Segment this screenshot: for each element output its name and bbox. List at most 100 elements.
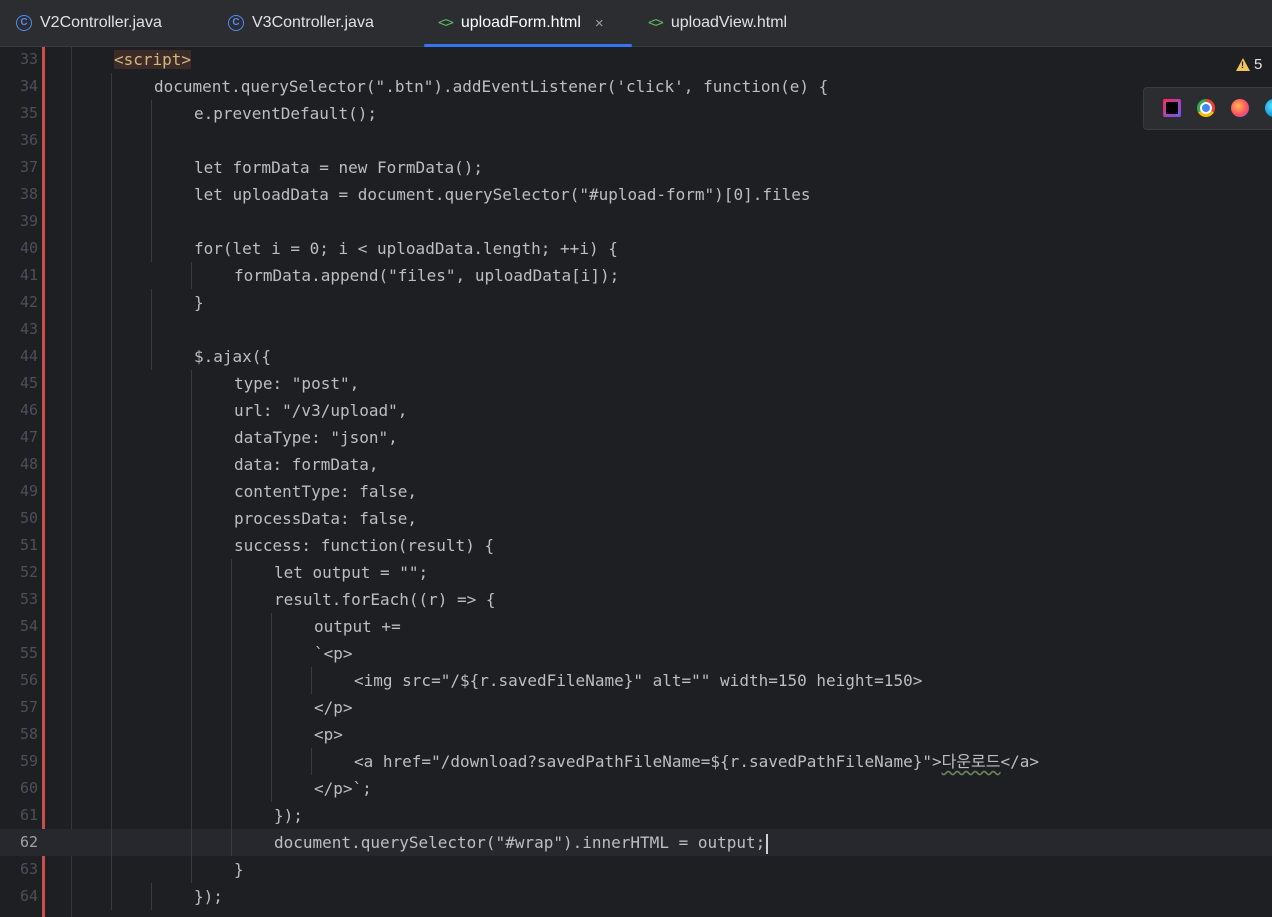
line-number[interactable]: 53 [0,586,38,613]
code-line[interactable]: 50 processData: false, [0,505,1272,532]
code-text: data: formData, [234,455,379,474]
code-line[interactable]: 61}); [0,802,1272,829]
code-line[interactable]: 53 result.forEach((r) => { [0,586,1272,613]
line-number[interactable]: 60 [0,775,38,802]
code-text: formData.append("files", uploadData[i]); [234,266,620,285]
code-text: success: function(result) { [234,536,495,555]
code-editor[interactable]: 33 <script> 34 document.querySelector(".btn… [0,47,1272,917]
code-line[interactable]: 46 url: "/v3/upload", [0,397,1272,424]
line-number[interactable]: 33 [0,46,38,73]
line-number[interactable]: 34 [0,73,38,100]
tab-uploadform[interactable]: <> uploadForm.html × [424,0,632,47]
line-number[interactable]: 36 [0,127,38,154]
intellij-icon[interactable] [1163,99,1181,117]
code-text: let uploadData = document.querySelector(… [194,185,811,204]
line-number[interactable]: 55 [0,640,38,667]
line-number[interactable]: 54 [0,613,38,640]
typo-underline: 다운로드 [941,752,1001,771]
class-icon: C [16,15,32,31]
line-number[interactable]: 56 [0,667,38,694]
line-number[interactable]: 49 [0,478,38,505]
code-line[interactable]: 47 dataType: "json", [0,424,1272,451]
code-line[interactable]: 51 success: function(result) { [0,532,1272,559]
indent-guide [111,748,112,775]
code-line[interactable]: 36 [0,127,1272,154]
line-number[interactable]: 42 [0,289,38,316]
line-number[interactable]: 57 [0,694,38,721]
firefox-icon[interactable] [1231,99,1249,117]
code-line[interactable]: 49 contentType: false, [0,478,1272,505]
line-number[interactable]: 64 [0,883,38,910]
indent-guide [271,721,272,748]
code-line[interactable]: 39 [0,208,1272,235]
code-line[interactable]: 43 [0,316,1272,343]
line-number[interactable]: 47 [0,424,38,451]
code-line[interactable]: 45 type: "post", [0,370,1272,397]
line-number[interactable]: 63 [0,856,38,883]
code-line[interactable]: 56 <img src="/${r.savedFileName}" alt="" … [0,667,1272,694]
indent-guide [191,586,192,613]
edge-icon[interactable] [1265,99,1272,117]
code-line[interactable]: 37 let formData = new FormData(); [0,154,1272,181]
indent-guide [151,154,152,181]
indent-guide [111,100,112,127]
tab-v2controller[interactable]: C V2Controller.java [16,0,162,46]
code-line[interactable]: 35 e.preventDefault(); [0,100,1272,127]
line-number[interactable]: 46 [0,397,38,424]
line-number[interactable]: 52 [0,559,38,586]
code-line[interactable]: 34 document.querySelector(".btn").addEven… [0,73,1272,100]
code-line[interactable]: 52 let output = ""; [0,559,1272,586]
indent-guide [271,613,272,640]
line-number[interactable]: 61 [0,802,38,829]
line-number[interactable]: 50 [0,505,38,532]
code-line[interactable]: 42} [0,289,1272,316]
indent-guide [111,154,112,181]
code-line[interactable]: 59 <a href="/download?savedPathFileName=$… [0,748,1272,775]
line-number[interactable]: 39 [0,208,38,235]
indent-guide [111,532,112,559]
code-text: dataType: "json", [234,428,398,447]
code-line[interactable]: 58 <p> [0,721,1272,748]
line-number[interactable]: 59 [0,748,38,775]
tab-uploadview[interactable]: <> uploadView.html [648,0,787,46]
line-number[interactable]: 45 [0,370,38,397]
line-number[interactable]: 35 [0,100,38,127]
code-line[interactable]: 33 <script> [0,46,1272,73]
inspections-widget[interactable]: ! 5 [1236,54,1262,74]
line-number[interactable]: 43 [0,316,38,343]
indent-guide [111,721,112,748]
code-line[interactable]: 62 document.querySelector("#wrap").innerH… [0,829,1272,856]
line-number[interactable]: 37 [0,154,38,181]
code-line[interactable]: 40 for(let i = 0; i < uploadData.length; … [0,235,1272,262]
code-line[interactable]: 54 output += [0,613,1272,640]
line-number[interactable]: 62 [0,829,38,856]
indent-guide [271,667,272,694]
code-line[interactable]: 63} [0,856,1272,883]
indent-guide [111,613,112,640]
code-line[interactable]: 57 </p> [0,694,1272,721]
line-number[interactable]: 38 [0,181,38,208]
code-line[interactable]: 55 `<p> [0,640,1272,667]
chrome-icon[interactable] [1197,99,1215,117]
code-line[interactable]: 64}); [0,883,1272,910]
indent-guide [151,127,152,154]
line-number[interactable]: 40 [0,235,38,262]
line-number[interactable]: 41 [0,262,38,289]
code-text: $.ajax({ [194,347,272,366]
code-line[interactable]: 60 </p>`; [0,775,1272,802]
tab-v3controller[interactable]: C V3Controller.java [228,0,374,46]
indent-guide [111,451,112,478]
line-number[interactable]: 51 [0,532,38,559]
line-number[interactable]: 58 [0,721,38,748]
code-line[interactable]: 38 let uploadData = document.querySelecto… [0,181,1272,208]
class-icon: C [228,15,244,31]
indent-guide [151,883,152,910]
code-line[interactable]: 44 $.ajax({ [0,343,1272,370]
warning-count: 5 [1254,55,1263,73]
close-icon[interactable]: × [595,15,604,32]
indent-guide [231,613,232,640]
code-line[interactable]: 48 data: formData, [0,451,1272,478]
line-number[interactable]: 48 [0,451,38,478]
code-line[interactable]: 41 formData.append("files", uploadData[i]… [0,262,1272,289]
line-number[interactable]: 44 [0,343,38,370]
